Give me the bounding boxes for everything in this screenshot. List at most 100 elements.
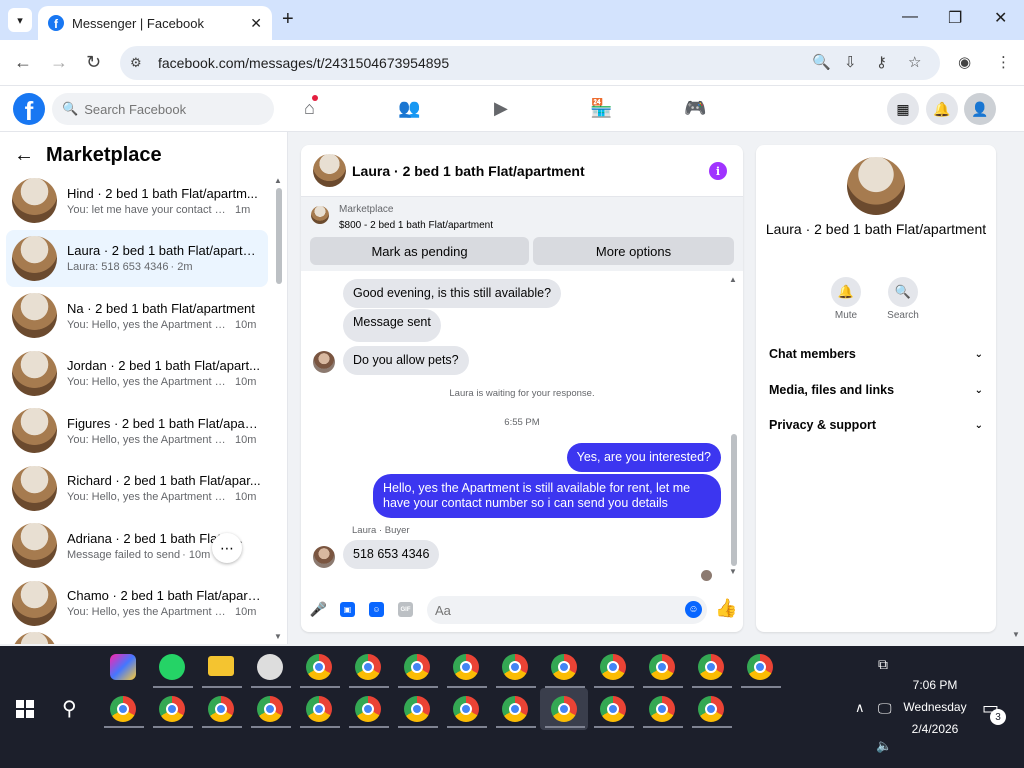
snipping-tool-icon[interactable] — [257, 654, 283, 680]
chrome-profile-icon-active[interactable] — [551, 696, 577, 722]
menu-grid-icon[interactable]: ▦ — [887, 93, 919, 125]
chrome-profile-icon[interactable] — [453, 696, 479, 722]
tab-close-icon[interactable]: ✕ — [250, 15, 262, 32]
mute-bell-icon[interactable]: 🔔 — [831, 277, 861, 307]
chat-item-jordan[interactable]: Jordan · 2 bed 1 bath Flat/apart... You:… — [6, 345, 268, 403]
new-tab-plus-icon[interactable]: + — [282, 8, 294, 31]
profile-icon[interactable]: ◉ — [958, 53, 971, 71]
chrome-profile-icon[interactable] — [355, 696, 381, 722]
clock-date[interactable]: 2/4/2026 — [896, 722, 974, 736]
facebook-search-input[interactable] — [84, 101, 255, 117]
scroll-down-arrow-icon[interactable]: ▼ — [729, 567, 737, 576]
chrome-profile-icon[interactable] — [698, 654, 724, 680]
chrome-profile-icon[interactable] — [257, 696, 283, 722]
install-app-icon[interactable]: ⇩ — [844, 53, 857, 71]
chat-item-chamo[interactable]: Chamo · 2 bed 1 bath Flat/apart... You: … — [6, 575, 268, 633]
browser-tab-messenger[interactable]: f Messenger | Facebook ✕ — [38, 6, 272, 40]
microphone-icon[interactable]: 🎤 — [310, 601, 327, 617]
meet-now-icon[interactable]: ⧉ — [878, 656, 888, 673]
gif-icon[interactable]: GIF — [398, 602, 413, 617]
chrome-profile-icon[interactable] — [502, 654, 528, 680]
scroll-up-arrow-icon[interactable]: ▲ — [274, 176, 282, 185]
chrome-profile-icon[interactable] — [600, 654, 626, 680]
chrome-profile-icon[interactable] — [551, 654, 577, 680]
chat-item-figures[interactable]: Figures · 2 bed 1 bath Flat/apart... You… — [6, 402, 268, 460]
message-input[interactable] — [427, 596, 707, 624]
video-icon[interactable]: ▶ — [494, 98, 508, 119]
site-settings-icon[interactable]: ⚙ — [130, 55, 150, 71]
bookmark-star-icon[interactable]: ☆ — [908, 53, 921, 71]
chat-item-laura[interactable]: Laura · 2 bed 1 bath Flat/apartm... Laur… — [6, 229, 268, 287]
url-text[interactable]: facebook.com/messages/t/2431504673954895 — [158, 55, 449, 71]
password-key-icon[interactable]: ⚷ — [876, 53, 887, 71]
chrome-profile-icon[interactable] — [159, 696, 185, 722]
chat-list-scrollbar[interactable] — [276, 188, 282, 284]
page-scroll-down-icon[interactable]: ▼ — [1012, 630, 1020, 639]
chrome-profile-icon[interactable] — [208, 696, 234, 722]
friends-icon[interactable]: 👥 — [398, 98, 420, 119]
chat-more-options-icon[interactable]: ⋯ — [212, 533, 242, 563]
clock-time[interactable]: 7:06 PM — [900, 678, 970, 692]
sticker-icon[interactable]: ☺ — [369, 602, 384, 617]
chrome-profile-icon[interactable] — [306, 696, 332, 722]
home-icon[interactable]: ⌂ — [304, 95, 318, 119]
photo-icon[interactable]: ▣ — [340, 602, 355, 617]
thumbs-up-icon[interactable]: 👍 — [715, 598, 737, 619]
scroll-down-arrow-icon[interactable]: ▼ — [274, 632, 282, 641]
taskbar-search-icon[interactable]: ⚲ — [62, 696, 77, 721]
marketplace-icon[interactable]: 🏪 — [590, 98, 612, 119]
chrome-profile-icon[interactable] — [404, 696, 430, 722]
chat-members-row[interactable]: Chat members ⌄ — [769, 344, 983, 364]
thread-scrollbar[interactable] — [731, 434, 737, 566]
chrome-profile-icon[interactable] — [355, 654, 381, 680]
minimize-icon[interactable]: — — [902, 8, 918, 26]
scroll-up-arrow-icon[interactable]: ▲ — [729, 275, 737, 284]
volume-icon[interactable]: 🔈 — [876, 738, 892, 754]
browser-menu-icon[interactable]: ⋮ — [996, 53, 1011, 71]
gaming-icon[interactable]: 🎮 — [684, 98, 706, 119]
chrome-profile-icon[interactable] — [306, 654, 332, 680]
account-avatar-icon[interactable]: 👤 — [964, 93, 996, 125]
chrome-profile-icon[interactable] — [747, 654, 773, 680]
chrome-profile-icon[interactable] — [453, 654, 479, 680]
search-icon[interactable]: 🔍 — [888, 277, 918, 307]
chrome-profile-icon[interactable] — [698, 696, 724, 722]
facebook-logo-icon[interactable]: f — [13, 93, 45, 125]
conversation-title[interactable]: Laura · 2 bed 1 bath Flat/apartment — [352, 163, 585, 179]
listing-title[interactable]: $800 - 2 bed 1 bath Flat/apartment — [339, 220, 493, 231]
show-hidden-icons-chevron-icon[interactable]: ∧ — [855, 700, 865, 716]
listing-thumbnail[interactable] — [313, 154, 346, 187]
clock-day[interactable]: Wednesday — [896, 700, 974, 714]
more-options-button[interactable]: More options — [533, 237, 734, 265]
tab-search-chevron-icon[interactable]: ▾ — [8, 8, 32, 32]
reload-icon[interactable]: ↻ — [86, 52, 101, 73]
chrome-profile-icon[interactable] — [600, 696, 626, 722]
window-close-icon[interactable]: ✕ — [994, 8, 1007, 28]
emoji-icon[interactable]: ☺ — [685, 601, 702, 618]
privacy-support-row[interactable]: Privacy & support ⌄ — [769, 415, 983, 435]
back-arrow-icon[interactable]: ← — [14, 52, 32, 73]
chrome-profile-icon[interactable] — [404, 654, 430, 680]
zoom-icon[interactable]: 🔍 — [812, 53, 831, 71]
forward-arrow-icon[interactable]: → — [50, 52, 68, 73]
chrome-profile-icon[interactable] — [649, 654, 675, 680]
chrome-profile-icon[interactable] — [110, 696, 136, 722]
facebook-search-box[interactable]: 🔍 — [52, 93, 274, 125]
back-arrow-icon[interactable]: ← — [14, 144, 34, 167]
chat-item-richard[interactable]: Richard · 2 bed 1 bath Flat/apar... You:… — [6, 460, 268, 518]
chrome-profile-icon[interactable] — [649, 696, 675, 722]
media-files-links-row[interactable]: Media, files and links ⌄ — [769, 380, 983, 400]
windows-start-icon[interactable] — [16, 700, 34, 718]
chat-item-na[interactable]: Na · 2 bed 1 bath Flat/apartment You: He… — [6, 287, 268, 345]
network-icon[interactable]: 🖵 — [878, 700, 892, 717]
info-icon[interactable]: i — [709, 162, 727, 180]
copilot-icon[interactable] — [110, 654, 136, 680]
mark-as-pending-button[interactable]: Mark as pending — [310, 237, 529, 265]
whatsapp-icon[interactable] — [159, 654, 185, 680]
file-explorer-icon[interactable] — [208, 656, 234, 676]
maximize-icon[interactable]: ❐ — [948, 8, 962, 28]
chat-item-partial[interactable] — [6, 631, 268, 644]
chat-item-hind[interactable]: Hind · 2 bed 1 bath Flat/apartm... You: … — [6, 172, 268, 230]
notifications-bell-icon[interactable]: 🔔 — [926, 93, 958, 125]
chrome-profile-icon[interactable] — [502, 696, 528, 722]
